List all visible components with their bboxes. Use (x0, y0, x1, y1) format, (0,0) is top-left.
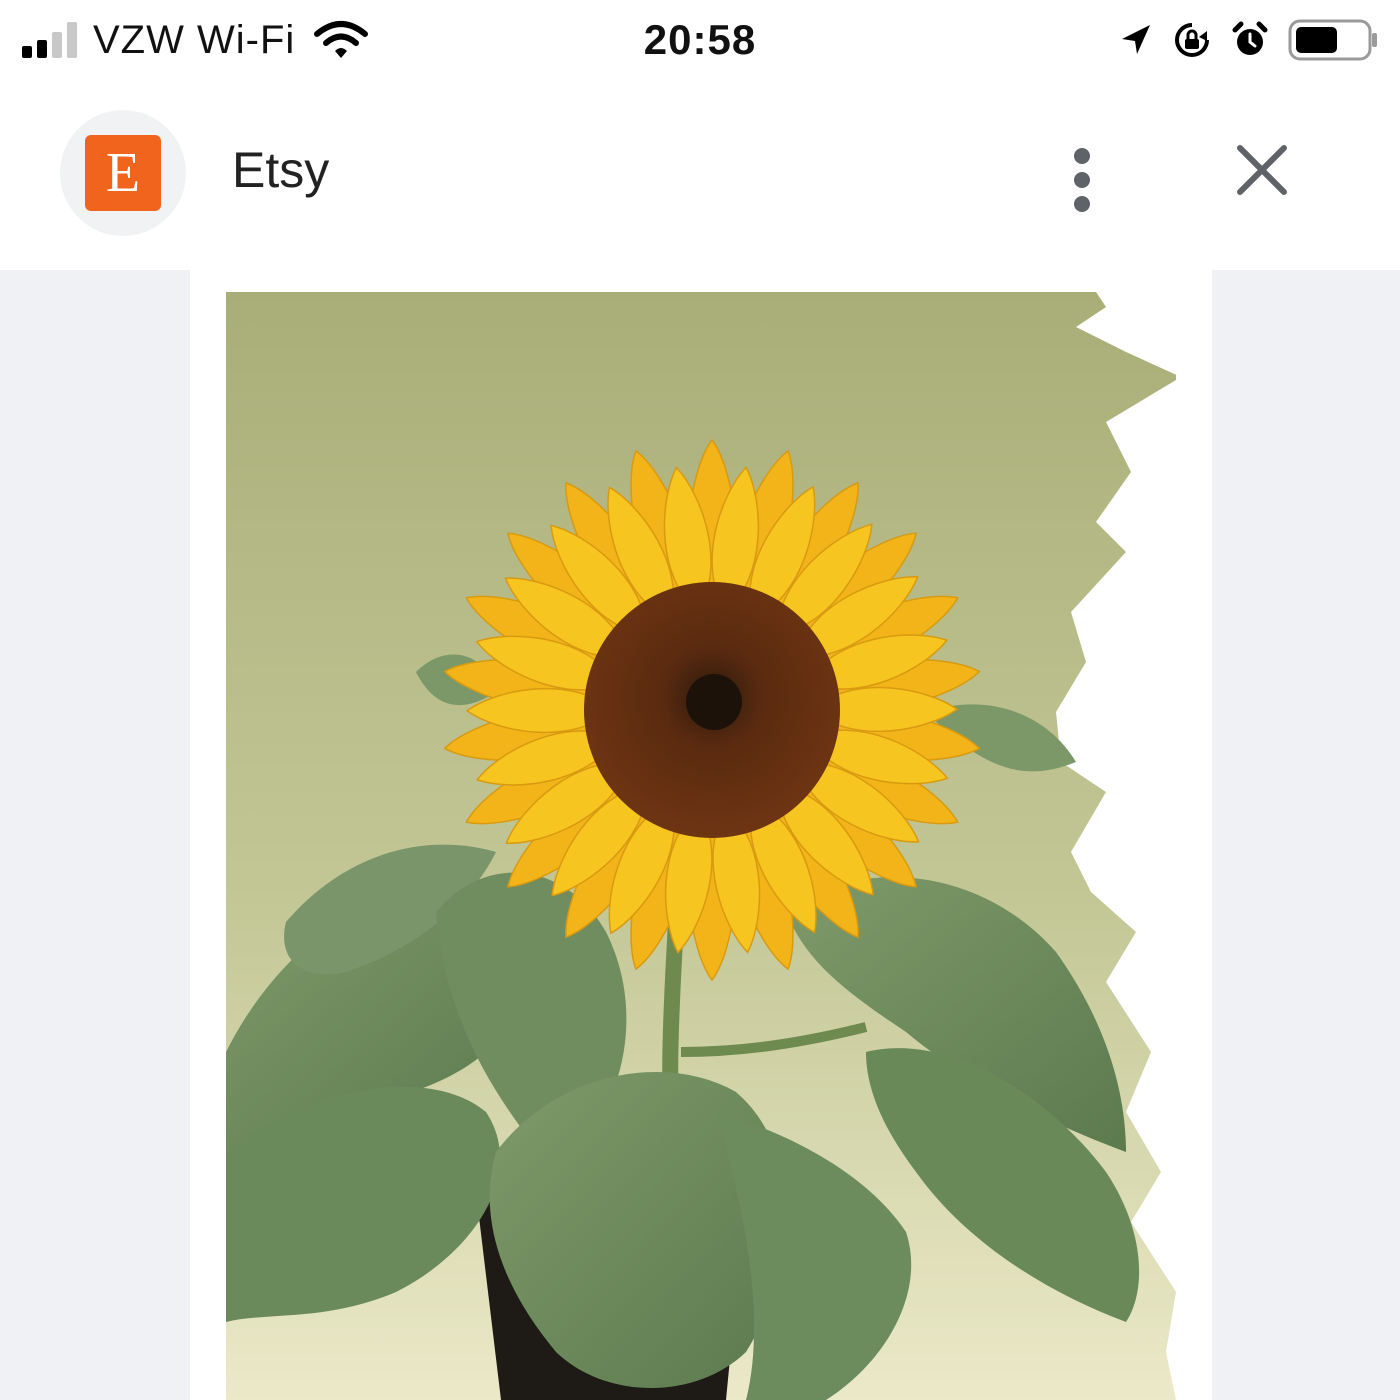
signal-icon (22, 22, 77, 58)
more-vertical-icon (1074, 148, 1090, 164)
image-card (190, 270, 1212, 1400)
location-arrow-icon (1122, 25, 1150, 54)
carrier-label: VZW Wi-Fi (93, 17, 296, 62)
etsy-logo-icon: E (85, 135, 161, 211)
close-icon (1237, 145, 1287, 195)
status-bar-right (1118, 12, 1380, 68)
browser-header: E Etsy (0, 80, 1400, 270)
page-content (0, 270, 1400, 1400)
site-title: Etsy (232, 142, 330, 198)
site-logo: E (60, 110, 186, 236)
orientation-lock-icon (1175, 23, 1209, 57)
battery-icon (1288, 19, 1377, 61)
status-bar-left: VZW Wi-Fi (22, 12, 369, 68)
status-bar: VZW Wi-Fi 20:58 (0, 0, 1400, 80)
wifi-icon (314, 21, 369, 58)
more-options-button[interactable] (1052, 130, 1112, 230)
close-button[interactable] (1222, 130, 1302, 210)
product-image[interactable] (226, 292, 1176, 1400)
alarm-icon (1232, 21, 1268, 55)
